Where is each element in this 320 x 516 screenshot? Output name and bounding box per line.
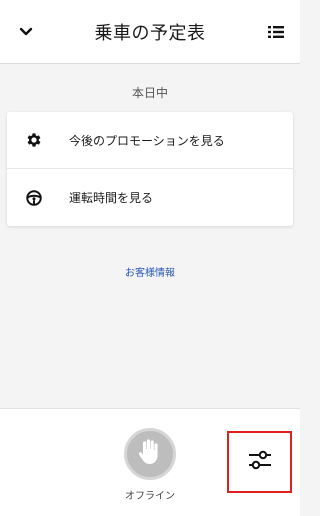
page-title: 乗車の予定表 [94,23,206,44]
list-item-driving-hours[interactable]: 運転時間を見る [7,169,293,226]
sliders-icon [248,449,272,475]
steering-wheel-icon [23,187,45,209]
filter-settings-button[interactable] [227,431,292,493]
section-label: 本日中 [131,86,168,100]
offline-toggle-button[interactable] [124,428,176,480]
hand-icon [137,438,163,470]
list-icon[interactable] [264,20,288,44]
app-root: 乗車の予定表 本日中 今後のプロモーションを見る 運転時間を見る お客様情報 オ… [0,0,300,516]
list-item-promotions[interactable]: 今後のプロモーションを見る [7,112,293,169]
list-item-label: 運転時間を見る [69,191,154,205]
options-card: 今後のプロモーションを見る 運転時間を見る [7,112,293,226]
bottom-bar: オフライン [0,408,300,516]
customer-info-link[interactable]: お客様情報 [0,264,300,279]
list-item-label: 今後のプロモーションを見る [69,133,225,148]
app-header: 乗車の予定表 [0,0,300,64]
gear-icon [23,129,45,151]
